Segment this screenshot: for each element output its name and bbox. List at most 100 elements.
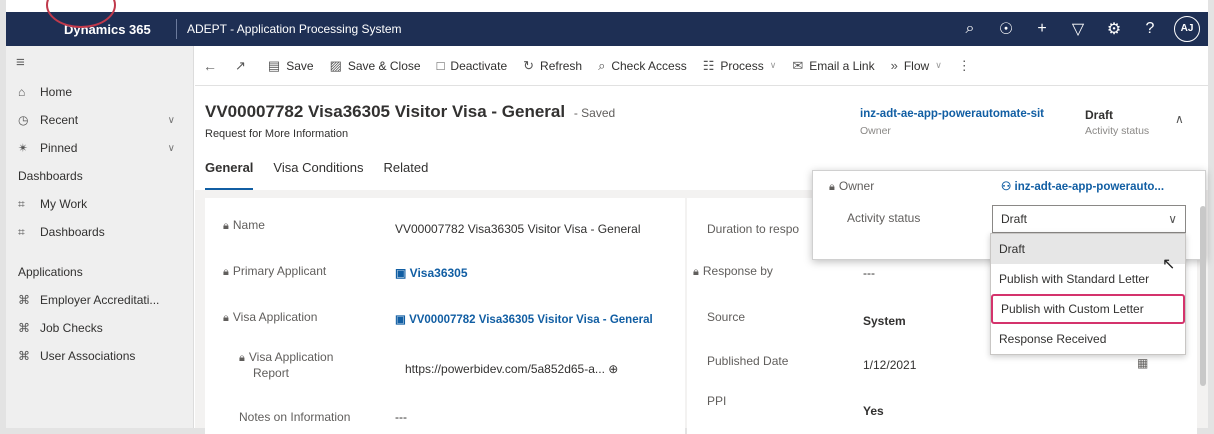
sidebar-item-my-work[interactable]: ⌗ My Work — [6, 190, 193, 218]
settings-icon[interactable]: ⚙ — [1096, 19, 1132, 39]
email-link-label: Email a Link — [809, 58, 875, 73]
record-icon: ▣ — [395, 266, 410, 280]
popup-owner-link[interactable]: ⚇ inz-adt-ae-app-powerauto... — [1001, 179, 1164, 193]
response-by-value: --- — [863, 266, 875, 280]
popout-icon: ↗ — [235, 57, 246, 73]
option-response-received[interactable]: Response Received — [991, 324, 1185, 354]
popup-status-label: Activity status — [847, 211, 921, 225]
activity-status-select[interactable]: Draft ∨ — [992, 205, 1186, 233]
process-label: Process — [720, 58, 764, 73]
chevron-up-icon[interactable]: ∧ — [1175, 112, 1184, 126]
duration-label: Duration to respo — [707, 222, 800, 236]
sidebar-item-employer-accreditation[interactable]: ⌘ Employer Accreditati... — [6, 286, 193, 314]
header-status-label: Activity status — [1085, 125, 1150, 137]
flow-label: Flow — [903, 58, 930, 73]
option-publish-custom[interactable]: Publish with Custom Letter — [991, 294, 1185, 324]
sidebar-item-label: Job Checks — [40, 321, 103, 335]
deactivate-button[interactable]: □ Deactivate — [437, 58, 508, 73]
visa-application-link[interactable]: ▣ VV00007782 Visa36305 Visitor Visa - Ge… — [395, 312, 653, 326]
email-link-button[interactable]: ✉ Email a Link — [792, 58, 874, 74]
response-by-label: 🔒︎ Response by — [693, 264, 773, 278]
option-draft[interactable]: Draft — [991, 234, 1185, 264]
lock-icon: 🔒︎ — [223, 312, 229, 324]
record-title-text: VV00007782 Visa36305 Visitor Visa - Gene… — [205, 102, 566, 121]
tab-general[interactable]: General — [205, 160, 254, 190]
deactivate-label: Deactivate — [450, 58, 508, 73]
help-icon[interactable]: ? — [1132, 20, 1168, 38]
option-publish-standard[interactable]: Publish with Standard Letter — [991, 264, 1185, 294]
published-date-value: 1/12/2021 — [863, 358, 917, 372]
lock-icon: 🔒︎ — [223, 220, 229, 232]
primary-applicant-link[interactable]: ▣ Visa36305 — [395, 266, 468, 280]
page-title: VV00007782 Visa36305 Visitor Visa - Gene… — [205, 102, 615, 122]
report-url[interactable]: https://powerbidev.com/5a852d65-a... ⊕ — [405, 362, 618, 376]
deactivate-icon: □ — [436, 58, 445, 73]
save-button[interactable]: ▤ Save — [268, 58, 314, 74]
visa-application-label: 🔒︎ Visa Application — [223, 310, 318, 324]
sidebar-item-label: Home — [40, 85, 73, 99]
sidebar-item-dashboards[interactable]: ⌗ Dashboards — [6, 218, 193, 246]
sidebar: ≡ ⌂ Home ◷ Recent ∨ ✴ Pinned ∨ Dashboard… — [6, 46, 194, 428]
refresh-label: Refresh — [540, 58, 583, 73]
globe-icon[interactable]: ⊕ — [608, 362, 618, 376]
check-access-button[interactable]: ⌕ Check Access — [598, 58, 687, 74]
chevron-down-icon[interactable]: ∨ — [1168, 206, 1177, 232]
popout-button[interactable]: ↗ — [235, 58, 252, 74]
home-icon: ⌂ — [18, 85, 26, 99]
notes-value: --- — [395, 410, 407, 424]
notes-label: Notes on Information — [239, 410, 351, 424]
save-close-button[interactable]: ▨ Save & Close — [330, 58, 421, 74]
form-section-left: 🔒︎ Name VV00007782 Visa36305 Visitor Visa… — [205, 198, 685, 434]
pin-icon: ✴ — [18, 141, 29, 155]
save-label: Save — [286, 58, 314, 73]
sidebar-item-label: Pinned — [40, 141, 78, 155]
record-header: VV00007782 Visa36305 Visitor Visa - Gene… — [205, 90, 1205, 150]
sidebar-item-label: User Associations — [40, 349, 136, 363]
app-title[interactable]: ADEPT - Application Processing System — [187, 22, 402, 36]
avatar[interactable]: AJ — [1174, 16, 1200, 42]
refresh-icon: ↻ — [523, 57, 535, 73]
more-commands-button[interactable]: ⋮ — [958, 58, 977, 74]
hamburger-icon[interactable]: ≡ — [6, 46, 193, 78]
save-icon: ▤ — [267, 57, 281, 73]
check-access-label: Check Access — [611, 58, 687, 73]
mouse-cursor: ↖ — [1162, 256, 1176, 273]
sidebar-item-job-checks[interactable]: ⌘ Job Checks — [6, 314, 193, 342]
sidebar-item-recent[interactable]: ◷ Recent ∨ — [6, 106, 193, 134]
more-icon: ⋮ — [957, 57, 971, 73]
filter-icon[interactable]: ▽ — [1060, 19, 1096, 39]
report-label-2: Report — [253, 366, 290, 380]
header-owner-link[interactable]: inz-adt-ae-app-powerautomate-sit — [860, 108, 1044, 120]
sidebar-item-user-associations[interactable]: ⌘ User Associations — [6, 342, 193, 370]
chevron-down-icon: ∨ — [935, 60, 942, 70]
save-close-label: Save & Close — [347, 58, 421, 73]
sidebar-header-applications: Applications — [18, 265, 83, 279]
sidebar-item-home[interactable]: ⌂ Home — [6, 78, 193, 106]
sidebar-item-pinned[interactable]: ✴ Pinned ∨ — [6, 134, 193, 162]
lightbulb-icon[interactable]: ☉ — [988, 19, 1024, 39]
flow-icon: » — [890, 58, 898, 73]
flow-button[interactable]: » Flow ∨ — [891, 58, 942, 73]
lock-icon: 🔒︎ — [829, 181, 835, 193]
published-date-label: Published Date — [707, 354, 789, 368]
sidebar-item-label: Employer Accreditati... — [40, 293, 160, 307]
sidebar-header-dashboards: Dashboards — [18, 169, 83, 183]
scrollbar[interactable] — [1200, 206, 1206, 386]
primary-applicant-label: 🔒︎ Primary Applicant — [223, 264, 327, 278]
record-subtitle: Request for More Information — [205, 128, 349, 140]
refresh-button[interactable]: ↻ Refresh — [523, 58, 582, 74]
puzzle-icon: ⌘ — [18, 349, 30, 363]
puzzle-icon: ⌘ — [18, 293, 30, 307]
tab-related[interactable]: Related — [384, 160, 429, 190]
save-close-icon: ▨ — [329, 57, 342, 73]
grid-icon: ⌗ — [18, 196, 25, 211]
calendar-icon[interactable]: ▦ — [1137, 356, 1148, 370]
source-label: Source — [707, 310, 746, 324]
tab-visa-conditions[interactable]: Visa Conditions — [273, 160, 363, 190]
back-button[interactable]: ← — [203, 58, 217, 74]
process-button[interactable]: ☷ Process ∨ — [703, 58, 777, 74]
lock-icon: 🔒︎ — [693, 266, 699, 278]
search-icon[interactable]: ⌕ — [952, 20, 988, 38]
activity-status-options: Draft Publish with Standard Letter Publi… — [990, 233, 1186, 355]
plus-icon[interactable]: + — [1024, 20, 1060, 38]
